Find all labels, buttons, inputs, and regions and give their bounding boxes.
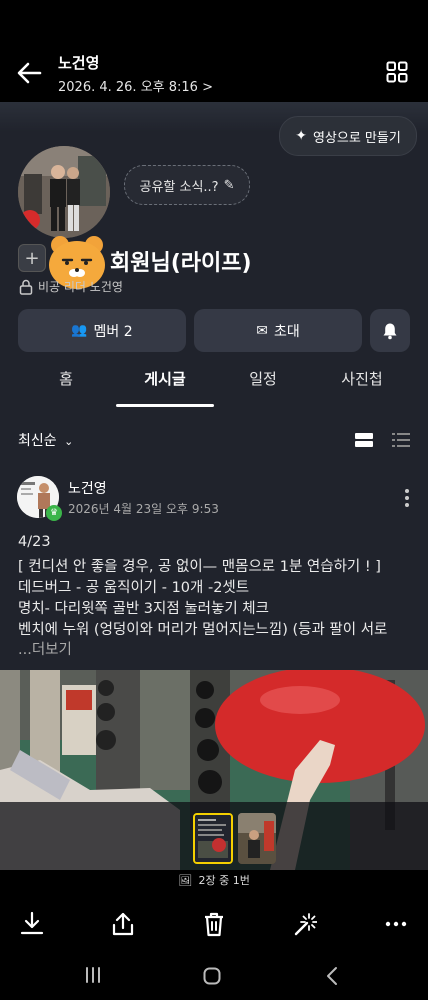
list-view-icon[interactable] [392, 432, 410, 448]
photo-counter-text: 2장 중 1번 [198, 874, 250, 887]
group-photo-image [18, 146, 110, 238]
post-line: [ 컨디션 안 좋을 경우, 공 없이— 맨몸으로 1분 연습하기 ! ] [18, 559, 381, 575]
photo-counter: 🖼 2장 중 1번 [0, 872, 428, 888]
post-line: 벤치에 누워 (엉덩이와 머리가 멀어지는느낌) (등과 팔이 서로 [18, 622, 388, 638]
thumbnail-1[interactable] [193, 813, 233, 864]
tab-home[interactable]: 홈 [44, 368, 88, 389]
tab-album[interactable]: 사진첩 [332, 368, 392, 389]
read-more-link[interactable]: ...더보기 [18, 638, 72, 659]
post-line: 명치- 다리윗쪽 골반 3지점 눌러놓기 체크 [18, 601, 269, 617]
sort-label: 최신순 [18, 433, 57, 449]
make-video-button[interactable]: ✦ 영상으로 만들기 [279, 116, 417, 156]
bell-icon [383, 323, 397, 339]
share-icon[interactable] [111, 911, 135, 937]
invite-button[interactable]: ✉ 초대 [194, 309, 362, 352]
sort-dropdown[interactable]: 최신순 ⌄ [18, 430, 73, 450]
make-video-label: 영상으로 만들기 [312, 130, 401, 146]
invite-label: 초대 [273, 323, 300, 340]
more-options-icon[interactable] [384, 911, 408, 937]
lock-icon [19, 279, 33, 295]
group-sub-info: 비공 리더 노건영 [38, 280, 123, 294]
viewer-title: 노건영 [58, 54, 100, 72]
pencil-icon: ✎ [223, 177, 235, 193]
group-name: 회원님(라이프) [110, 251, 252, 276]
post-date: 2026년 4월 23일 오후 9:53 [68, 502, 219, 516]
share-news-text: 공유할 소식..? [139, 179, 219, 195]
chevron-down-icon: ⌄ [64, 435, 74, 448]
more-icon[interactable] [400, 488, 414, 508]
add-button[interactable]: + [18, 244, 46, 272]
trash-icon[interactable] [202, 911, 226, 937]
mail-icon: ✉ [256, 322, 268, 339]
member-label: 멤버 2 [93, 323, 133, 340]
grid-icon[interactable] [386, 61, 408, 83]
nav-back-icon[interactable] [325, 966, 339, 986]
post-line: 데드버그 - 공 움직이기 - 10개 -2셋트 [18, 580, 250, 596]
people-icon: 👥 [71, 323, 88, 338]
thumbnail-2-image [238, 813, 276, 864]
card-view-icon[interactable] [355, 432, 373, 448]
back-arrow-icon[interactable] [14, 58, 44, 88]
leader-crown-icon: ♛ [46, 505, 62, 521]
magic-wand-icon[interactable] [293, 911, 317, 937]
tab-schedule[interactable]: 일정 [238, 368, 288, 389]
post-line: 4/23 [18, 534, 51, 550]
active-tab-indicator [116, 404, 214, 407]
download-icon[interactable] [20, 911, 44, 937]
home-icon[interactable] [203, 967, 221, 985]
viewer-date[interactable]: 2026. 4. 26. 오후 8:16 > [58, 76, 213, 95]
recents-icon[interactable] [84, 967, 102, 983]
thumbnail-2[interactable] [238, 813, 276, 864]
member-button[interactable]: 👥 멤버 2 [18, 309, 186, 352]
image-icon: 🖼 [178, 874, 193, 887]
post-author[interactable]: 노건영 [68, 478, 107, 498]
group-cover-photo[interactable] [18, 146, 110, 238]
tab-posts[interactable]: 게시글 [130, 368, 200, 389]
share-news-bubble[interactable]: 공유할 소식..? ✎ [124, 165, 250, 205]
thumbnail-1-image [195, 815, 231, 862]
sparkle-icon: ✦ [295, 128, 307, 144]
notification-button[interactable] [370, 309, 410, 352]
